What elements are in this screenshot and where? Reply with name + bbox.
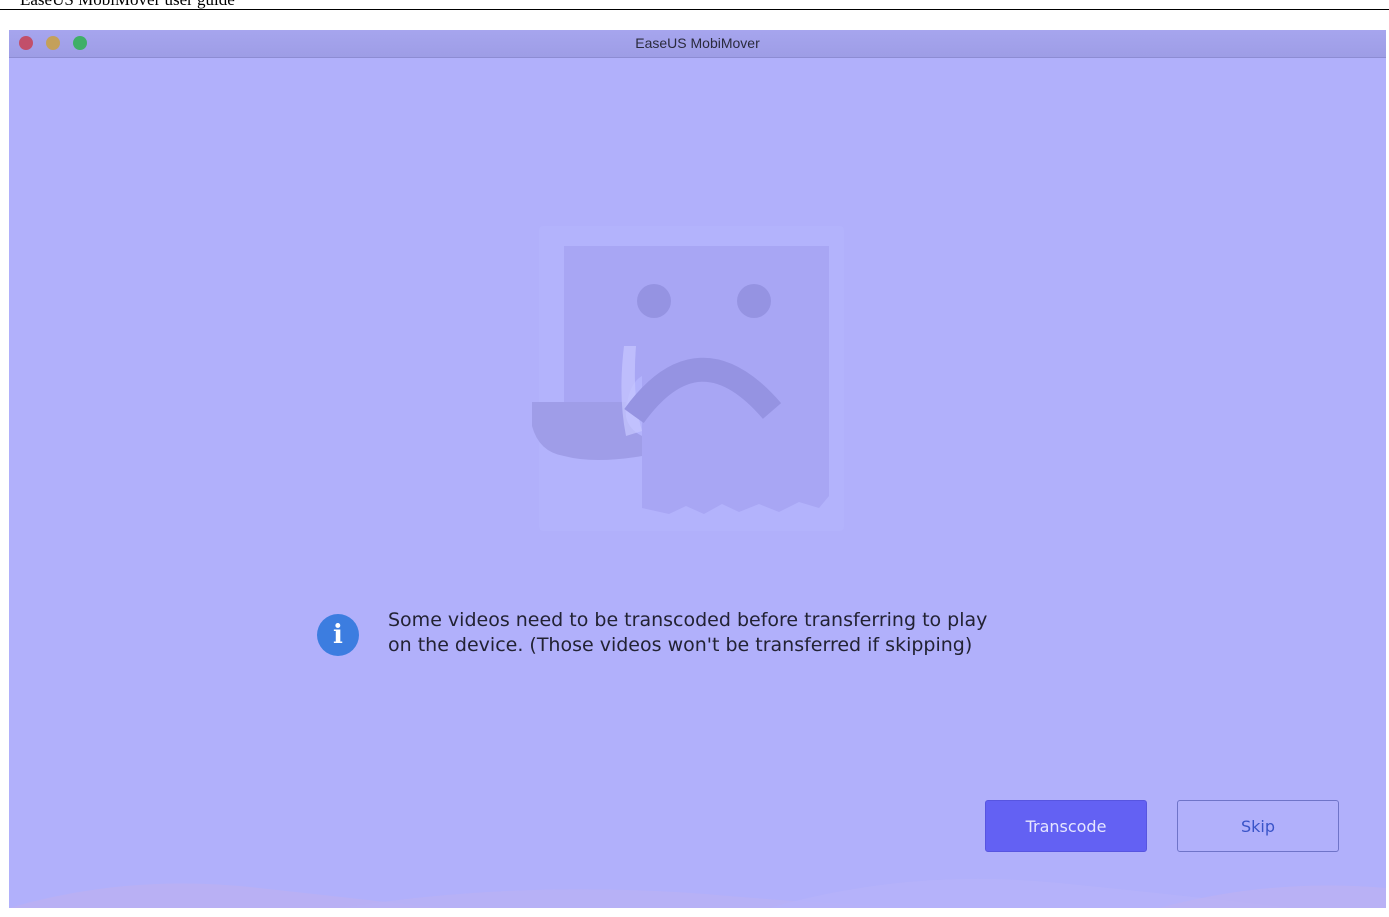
document-header-text: EaseUS MobiMover user guide [20, 0, 235, 8]
window-title: EaseUS MobiMover [635, 35, 760, 51]
window-titlebar[interactable]: EaseUS MobiMover [9, 30, 1386, 58]
app-window: EaseUS MobiMover i Some videos need to b… [9, 30, 1386, 908]
document-header: EaseUS MobiMover user guide [0, 0, 1389, 9]
document-header-rule [0, 9, 1389, 10]
message-line-1: Some videos need to be transcoded before… [388, 609, 988, 631]
message-line-2: on the device. (Those videos won't be tr… [388, 634, 973, 656]
transcode-message: Some videos need to be transcoded before… [388, 608, 1108, 658]
decorative-waves [9, 878, 1386, 908]
sad-face-illustration [532, 226, 844, 531]
info-icon: i [317, 614, 359, 656]
